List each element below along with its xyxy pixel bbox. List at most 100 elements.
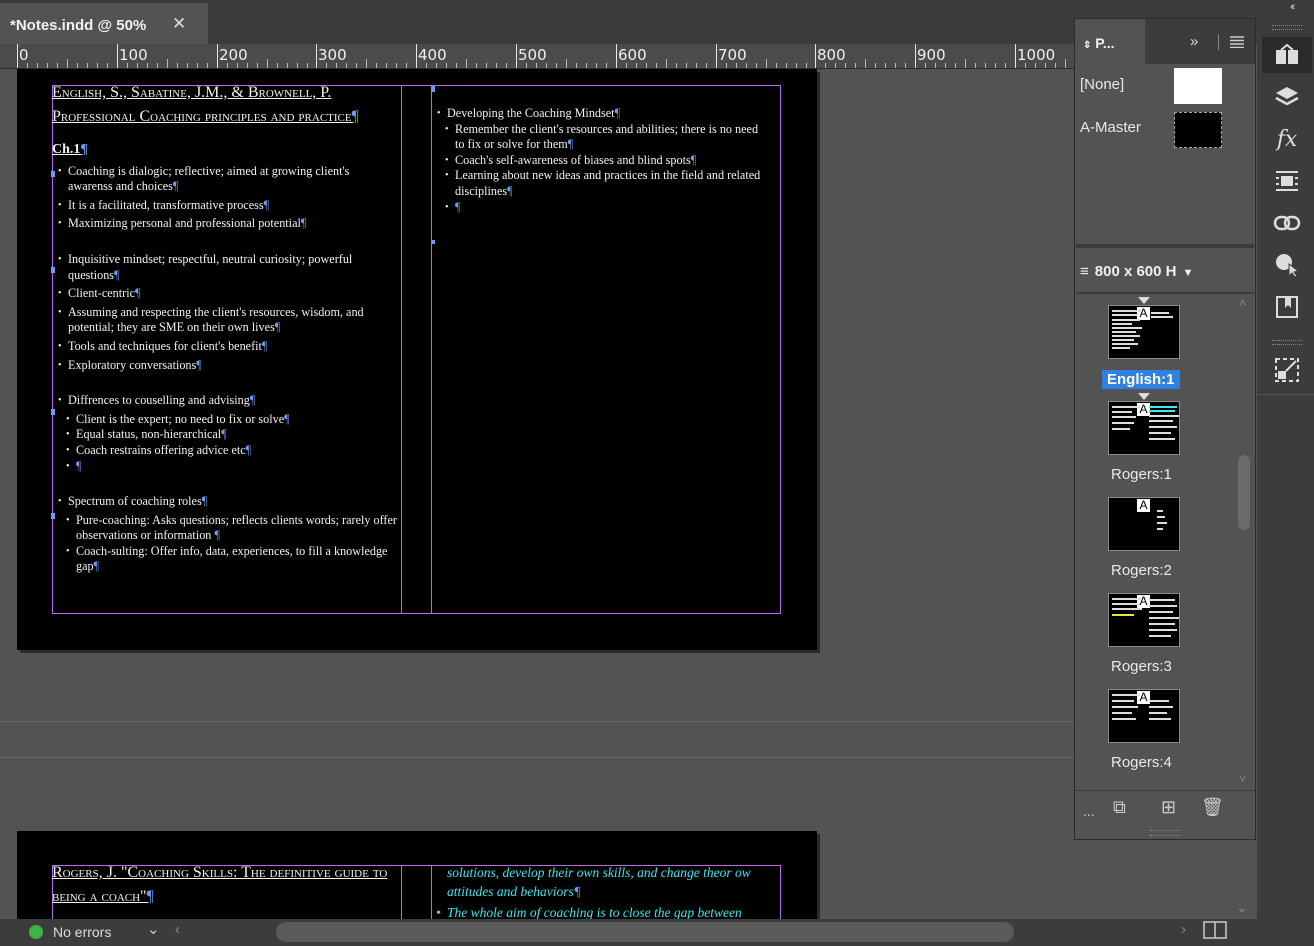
page2-left-frame[interactable]: Rogers, J. "Coaching Skills: The definit…: [52, 861, 397, 909]
page-english-1[interactable]: English, S., Sabatine, J.M., & Brownell,…: [17, 69, 817, 650]
spread-divider: [0, 721, 1074, 722]
panel-resize-grip[interactable]: [1150, 830, 1180, 836]
ruler-minor-tick: [376, 63, 377, 68]
master-a-label[interactable]: A-Master: [1080, 119, 1141, 136]
ruler-minor-tick: [257, 63, 258, 68]
panel-divider[interactable]: [1076, 244, 1254, 248]
page2-right-frame[interactable]: solutions, develop their own skills, and…: [431, 863, 781, 919]
page-thumbnail[interactable]: A: [1108, 305, 1180, 359]
ruler-minor-tick: [855, 63, 856, 68]
ruler-minor-tick: [566, 59, 567, 68]
preflight-status[interactable]: No errors: [53, 924, 111, 940]
ruler-major-tick: [616, 44, 617, 68]
list-item: Client-centric¶: [52, 286, 397, 302]
list-item-text: Remember the client's resources and abil…: [455, 121, 759, 152]
master-none-label[interactable]: [None]: [1080, 76, 1124, 93]
page-label[interactable]: Rogers:1: [1111, 466, 1172, 483]
ruler-minor-tick: [626, 63, 627, 68]
icon-bar-grip[interactable]: [1272, 340, 1302, 345]
horizontal-scroll-thumb[interactable]: [276, 922, 1014, 942]
pages-panel-scroll-thumb[interactable]: [1238, 455, 1250, 530]
chevron-down-icon[interactable]: ⌄: [147, 920, 160, 938]
ruler-minor-tick: [905, 63, 906, 68]
ruler-minor-tick: [1025, 63, 1026, 68]
spread-divider: [0, 757, 1074, 758]
list-item: ¶: [52, 459, 397, 475]
thumbnail-text-line: [1149, 599, 1175, 601]
panel-menu-icon[interactable]: [1230, 36, 1244, 48]
thumbnail-text-line: [1112, 406, 1140, 408]
ruler-minor-tick: [496, 63, 497, 68]
ruler-minor-tick: [177, 63, 178, 68]
list-item-text: Exploratory conversations: [68, 357, 197, 372]
thumbnail-text-line: [1157, 516, 1165, 518]
list-item: Exploratory conversations¶: [52, 358, 397, 374]
horizontal-ruler[interactable]: 0 100 200 300 400 500 600 700 800 900 1000: [0, 44, 1074, 69]
close-tab-icon[interactable]: ✕: [172, 14, 186, 34]
right-text-frame[interactable]: Developing the Coaching Mindset¶Remember…: [431, 106, 761, 215]
page-rogers-1[interactable]: Rogers, J. "Coaching Skills: The definit…: [17, 831, 817, 919]
text-frame-port[interactable]: [431, 86, 435, 92]
scroll-left-icon[interactable]: ‹: [175, 921, 180, 938]
ruler-minor-tick: [726, 63, 727, 68]
page-label[interactable]: English:1: [1102, 370, 1180, 389]
pilcrow-mark: ¶: [135, 286, 141, 301]
chapter-heading: Ch.1¶: [52, 142, 88, 157]
text-frame-port[interactable]: [432, 240, 435, 244]
edit-page-size-icon[interactable]: ⧉: [1113, 797, 1126, 818]
page-label[interactable]: Rogers:2: [1111, 562, 1172, 579]
bookmarks-icon[interactable]: [1262, 289, 1312, 325]
thumbnail-text-line: [1149, 623, 1175, 625]
page-label[interactable]: Rogers:3: [1111, 658, 1172, 675]
document-tab[interactable]: *Notes.indd @ 50% ✕: [0, 3, 208, 44]
master-none-thumbnail[interactable]: [1174, 68, 1222, 104]
new-page-icon[interactable]: ⊞: [1161, 797, 1176, 818]
panel-more-icon[interactable]: »: [1190, 33, 1198, 50]
ruler-minor-tick: [696, 63, 697, 68]
pages-panel-icon[interactable]: [1262, 37, 1312, 73]
ruler-major-tick: [815, 44, 816, 68]
layers-icon[interactable]: [1262, 79, 1312, 115]
ruler-minor-tick: [277, 63, 278, 68]
ruler-minor-tick: [426, 63, 427, 68]
thumbnail-text-line: [1112, 603, 1138, 605]
thumbnail-text-line: [1149, 406, 1177, 408]
color-picker-icon[interactable]: [1262, 247, 1312, 283]
page-thumbnail[interactable]: A: [1108, 401, 1180, 455]
ruler-minor-tick: [97, 63, 98, 68]
scroll-right-icon[interactable]: ›: [1181, 921, 1186, 938]
effects-icon[interactable]: fx: [1262, 121, 1312, 157]
pasteboard[interactable]: English, S., Sabatine, J.M., & Brownell,…: [0, 69, 1074, 919]
list-item-text: Pure-coaching: Asks questions; reflects …: [76, 512, 397, 543]
ruler-minor-tick: [806, 63, 807, 68]
page-thumbnail[interactable]: A: [1108, 689, 1180, 743]
list-item: Coaching is dialogic; reflective; aimed …: [52, 164, 397, 195]
page-thumbnail[interactable]: A: [1108, 497, 1180, 551]
list-icon: ≡: [1080, 263, 1089, 280]
delete-page-icon[interactable]: 🗑︎: [1201, 797, 1224, 818]
scroll-down-icon[interactable]: ⌄: [1236, 899, 1248, 916]
text-wrap-icon[interactable]: [1262, 163, 1312, 199]
master-a-thumbnail[interactable]: [1174, 112, 1222, 148]
pages-panel-tab[interactable]: ⇕ P...: [1075, 19, 1145, 64]
collapse-panels-icon[interactable]: ‹‹: [1290, 1, 1296, 13]
icon-bar-grip[interactable]: [1272, 25, 1302, 30]
column-guide: [401, 85, 402, 613]
master-badge: A: [1137, 499, 1150, 512]
ruler-minor-tick: [1065, 59, 1066, 68]
left-text-frame[interactable]: English, S., Sabatine, J.M., & Brownell,…: [52, 81, 397, 575]
page-thumbnail[interactable]: A: [1108, 593, 1180, 647]
links-icon[interactable]: [1262, 205, 1312, 241]
pages-panel-scrollbar[interactable]: ˄ ˅: [1237, 296, 1251, 790]
page2-heading: Rogers, J. "Coaching Skills: The definit…: [52, 864, 388, 905]
interactive-icon[interactable]: [1262, 352, 1312, 388]
thumbnail-text-line: [1112, 598, 1142, 600]
page-label[interactable]: Rogers:4: [1111, 754, 1172, 771]
split-view-icon[interactable]: [1203, 921, 1227, 939]
ruler-minor-tick: [875, 63, 876, 68]
ruler-minor-tick: [436, 63, 437, 68]
ruler-minor-tick: [157, 63, 158, 68]
page-size-selector[interactable]: ≡ 800 x 600 H ▼: [1080, 263, 1193, 280]
ruler-minor-tick: [895, 63, 896, 68]
more-options-icon[interactable]: ...: [1083, 803, 1095, 819]
